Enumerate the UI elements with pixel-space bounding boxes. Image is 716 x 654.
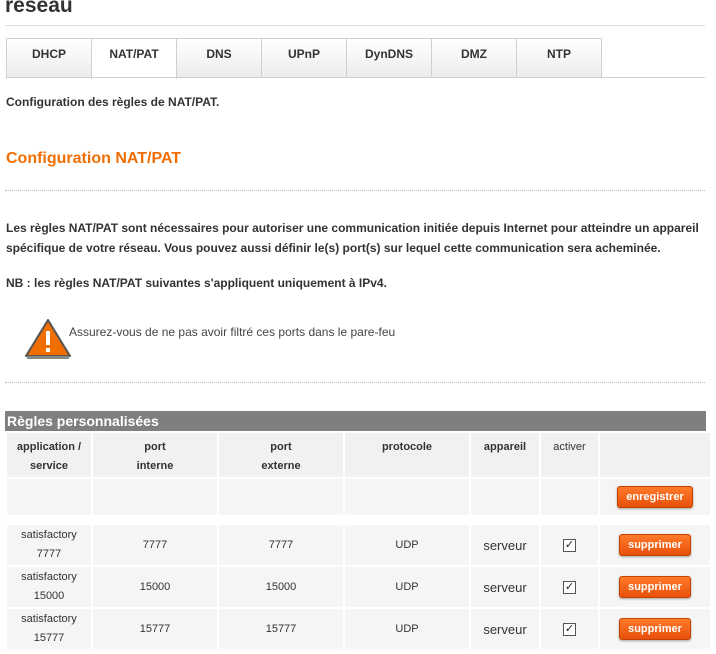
column-header-actions bbox=[600, 433, 710, 477]
rules-header: Règles personnalisées bbox=[5, 411, 706, 431]
delete-button[interactable]: supprimer bbox=[619, 534, 691, 556]
device-cell: serveur bbox=[471, 567, 539, 607]
enable-checkbox[interactable]: ✓ bbox=[563, 580, 576, 594]
new-rule-row: enregistrer bbox=[7, 479, 710, 515]
section-title: Configuration NAT/PAT bbox=[6, 150, 182, 167]
column-header-device: appareil bbox=[471, 433, 539, 477]
enable-checkbox[interactable]: ✓ bbox=[563, 622, 576, 636]
external-port-cell: 15000 bbox=[219, 567, 343, 607]
column-header-enable: activer bbox=[541, 433, 598, 477]
app-name-cell: satisfactory 7777 bbox=[7, 525, 91, 565]
internal-port-cell: 7777 bbox=[93, 525, 217, 565]
device-cell: serveur bbox=[471, 609, 539, 649]
new-enable-cell[interactable] bbox=[541, 479, 598, 515]
external-port-cell: 7777 bbox=[219, 525, 343, 565]
tab-dns[interactable]: DNS bbox=[176, 38, 262, 78]
save-cell: enregistrer bbox=[600, 479, 710, 515]
warning-text: Assurez-vous de ne pas avoir filtré ces … bbox=[69, 325, 396, 339]
delete-button[interactable]: supprimer bbox=[619, 618, 691, 640]
app-name-cell: satisfactory 15000 bbox=[7, 567, 91, 607]
column-header-internal-port: port interne bbox=[93, 433, 217, 477]
new-app-cell[interactable] bbox=[7, 479, 91, 515]
dotted-divider bbox=[5, 382, 705, 383]
table-row: satisfactory 15777 15777 15777 UDP serveu… bbox=[7, 609, 710, 649]
delete-button[interactable]: supprimer bbox=[619, 576, 691, 598]
tab-dmz[interactable]: DMZ bbox=[431, 38, 517, 78]
tab-ntp[interactable]: NTP bbox=[516, 38, 602, 78]
enable-cell: ✓ bbox=[541, 525, 598, 565]
delete-cell: supprimer bbox=[600, 567, 710, 607]
enable-cell: ✓ bbox=[541, 609, 598, 649]
tab-dhcp[interactable]: DHCP bbox=[6, 38, 92, 78]
table-row: satisfactory 7777 7777 7777 UDP serveur … bbox=[7, 525, 710, 565]
internal-port-cell: 15777 bbox=[93, 609, 217, 649]
description-line: spécifique de votre réseau. Vous pouvez … bbox=[6, 241, 661, 255]
new-protocol-cell[interactable] bbox=[345, 479, 469, 515]
rules-table: application / service port interne port ext… bbox=[5, 431, 712, 651]
table-row: satisfactory 15000 15000 15000 UDP serveu… bbox=[7, 567, 710, 607]
column-header-external-port: port externe bbox=[219, 433, 343, 477]
save-button[interactable]: enregistrer bbox=[617, 486, 693, 508]
tab-nat-pat[interactable]: NAT/PAT bbox=[91, 38, 177, 79]
column-header-application: application / service bbox=[7, 433, 91, 477]
enable-cell: ✓ bbox=[541, 567, 598, 607]
tabs-divider bbox=[5, 77, 705, 78]
intro-text: Configuration des règles de NAT/PAT. bbox=[6, 95, 220, 109]
tab-upnp[interactable]: UPnP bbox=[261, 38, 347, 78]
external-port-cell: 15777 bbox=[219, 609, 343, 649]
description: Les règles NAT/PAT sont nécessaires pour… bbox=[6, 218, 706, 258]
dotted-divider bbox=[5, 190, 705, 191]
warning-icon bbox=[25, 319, 71, 359]
table-header-row: application / service port interne port ext… bbox=[7, 433, 710, 477]
column-header-protocol: protocole bbox=[345, 433, 469, 477]
page-title: réseau bbox=[5, 0, 73, 17]
app-name-cell: satisfactory 15777 bbox=[7, 609, 91, 649]
protocol-cell: UDP bbox=[345, 525, 469, 565]
title-divider bbox=[5, 25, 705, 26]
new-device-cell[interactable] bbox=[471, 479, 539, 515]
delete-cell: supprimer bbox=[600, 609, 710, 649]
protocol-cell: UDP bbox=[345, 567, 469, 607]
delete-cell: supprimer bbox=[600, 525, 710, 565]
tab-dyndns[interactable]: DynDNS bbox=[346, 38, 432, 78]
enable-checkbox[interactable]: ✓ bbox=[563, 538, 576, 552]
ipv4-note: NB : les règles NAT/PAT suivantes s'appl… bbox=[6, 276, 387, 290]
row-spacer bbox=[7, 517, 710, 523]
protocol-cell: UDP bbox=[345, 609, 469, 649]
description-line: Les règles NAT/PAT sont nécessaires pour… bbox=[6, 221, 699, 235]
new-external-cell[interactable] bbox=[219, 479, 343, 515]
internal-port-cell: 15000 bbox=[93, 567, 217, 607]
device-cell: serveur bbox=[471, 525, 539, 565]
new-internal-cell[interactable] bbox=[93, 479, 217, 515]
